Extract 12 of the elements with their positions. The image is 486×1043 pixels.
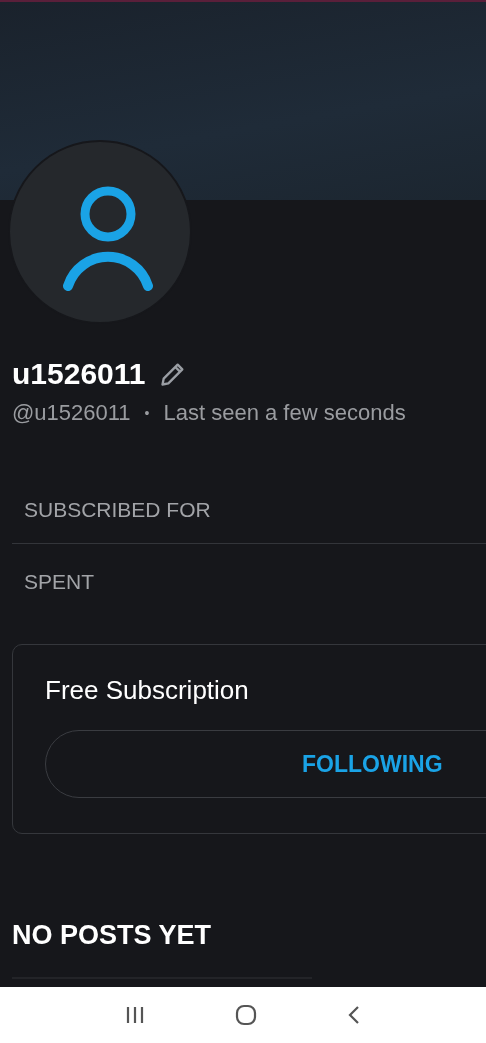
back-icon[interactable]: [347, 1005, 361, 1025]
separator-dot: •: [144, 405, 150, 421]
stat-label: SUBSCRIBED FOR: [23, 497, 212, 523]
user-handle: @u1526011: [12, 400, 131, 426]
last-seen-status: Last seen a few seconds: [163, 400, 406, 426]
home-icon[interactable]: [235, 1004, 257, 1026]
section-heading: NO POSTS YET: [12, 920, 213, 951]
username: u1526011: [12, 357, 146, 391]
stat-label: SPENT: [23, 569, 95, 595]
avatar-icon: [8, 140, 192, 324]
recent-apps-icon[interactable]: [125, 1006, 145, 1024]
card-title: Free Subscription: [45, 675, 250, 706]
